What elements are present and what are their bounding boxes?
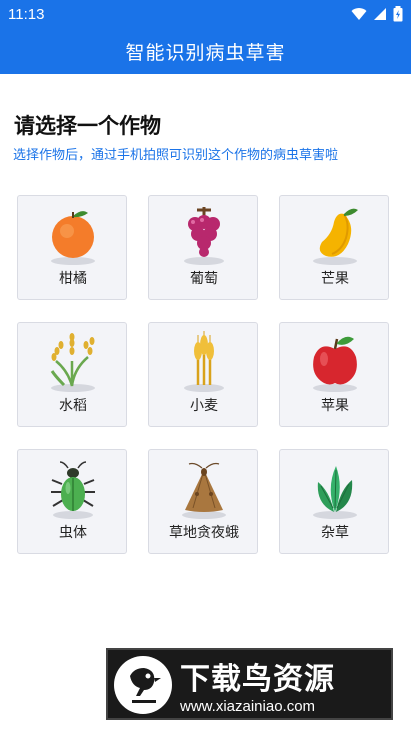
wifi-icon [351, 8, 367, 20]
crop-grid: 柑橘 葡萄 芒果 水稻 小麦 苹果 虫体 草地贪夜蛾 杂草 [17, 195, 389, 554]
apple-icon [313, 336, 357, 392]
status-time: 11:13 [8, 5, 45, 23]
crop-card-rice[interactable]: 水稻 [17, 322, 127, 427]
crop-label: 葡萄 [190, 271, 218, 287]
status-icons [351, 6, 403, 22]
orange-icon [51, 211, 95, 265]
crop-label: 柑橘 [59, 271, 87, 287]
crop-card-orange[interactable]: 柑橘 [17, 195, 127, 300]
watermark-url: www.xiazainiao.com [180, 698, 316, 715]
bird-logo-icon [130, 668, 161, 703]
grape-icon [184, 207, 224, 265]
crop-card-mango[interactable]: 芒果 [279, 195, 389, 300]
crop-label: 虫体 [59, 525, 87, 541]
crop-card-weed[interactable]: 杂草 [279, 449, 389, 554]
battery-icon [393, 6, 403, 22]
crop-label: 小麦 [190, 398, 218, 414]
watermark-logo [114, 656, 172, 714]
crop-card-apple[interactable]: 苹果 [279, 322, 389, 427]
weed-icon [313, 466, 357, 519]
rice-icon [50, 333, 95, 392]
app-title: 智能识别病虫草害 [125, 41, 286, 64]
page-heading: 请选择一个作物 [14, 114, 161, 138]
crop-card-moth[interactable]: 草地贪夜蛾 [148, 449, 258, 554]
crop-card-wheat[interactable]: 小麦 [148, 322, 258, 427]
wheat-icon [184, 331, 224, 392]
beetle-icon [51, 461, 95, 519]
watermark-brand: 下载鸟资源 [180, 662, 335, 697]
crop-card-beetle[interactable]: 虫体 [17, 449, 127, 554]
mango-icon [313, 208, 358, 265]
signal-icon [374, 8, 386, 20]
page-subheading: 选择作物后，通过手机拍照可识别这个作物的病虫草害啦 [13, 148, 339, 163]
moth-icon [182, 462, 226, 519]
watermark-banner: 下载鸟资源 www.xiazainiao.com [106, 648, 393, 720]
crop-label: 杂草 [321, 525, 349, 541]
crop-label: 水稻 [59, 398, 87, 414]
crop-label: 芒果 [321, 271, 349, 287]
status-bar: 11:13 [0, 0, 411, 28]
crop-label: 草地贪夜蛾 [169, 525, 239, 541]
app-bar: 智能识别病虫草害 [0, 28, 411, 74]
crop-card-grape[interactable]: 葡萄 [148, 195, 258, 300]
crop-label: 苹果 [321, 398, 349, 414]
